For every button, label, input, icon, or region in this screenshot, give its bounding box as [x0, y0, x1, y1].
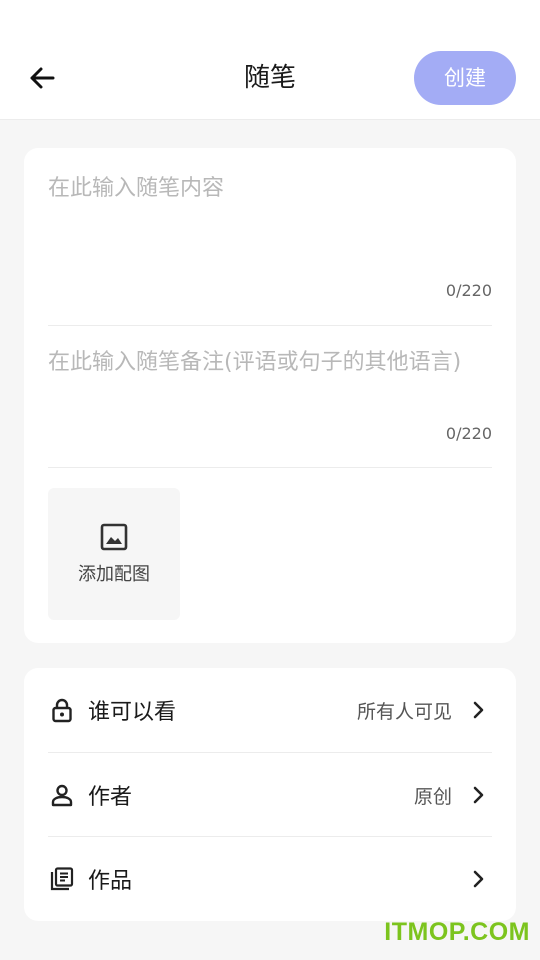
row-value: 所有人可见 [356, 700, 452, 723]
content-input[interactable]: 在此输入随笔内容 [48, 170, 492, 208]
content-counter: 0/220 [445, 281, 492, 300]
remark-counter: 0/220 [445, 424, 492, 443]
editor-card: 在此输入随笔内容 0/220 在此输入随笔备注(评语或句子的其他语言) 0/22… [24, 148, 516, 643]
row-author[interactable]: 作者 原创 [48, 753, 492, 837]
chevron-right-icon [464, 696, 492, 724]
settings-card: 谁可以看 所有人可见 作者 原创 作品 [24, 668, 516, 921]
create-button[interactable]: 创建 [414, 51, 516, 105]
row-label: 作品 [88, 869, 133, 894]
row-label: 作者 [88, 785, 133, 810]
row-label: 谁可以看 [88, 700, 177, 725]
row-work[interactable]: 作品 [48, 837, 492, 921]
divider [48, 467, 492, 468]
image-icon [100, 523, 128, 551]
top-bar: 随笔 创建 [0, 0, 540, 120]
chevron-right-icon [464, 781, 492, 809]
watermark: ITMOP.COM [384, 918, 530, 946]
remark-input[interactable]: 在此输入随笔备注(评语或句子的其他语言) [48, 345, 478, 381]
book-icon [48, 865, 76, 893]
row-value: 原创 [413, 785, 452, 808]
lock-icon [48, 696, 76, 724]
row-visibility[interactable]: 谁可以看 所有人可见 [48, 668, 492, 752]
divider [48, 325, 492, 326]
chevron-right-icon [464, 865, 492, 893]
add-image-label: 添加配图 [78, 564, 150, 585]
person-icon [48, 781, 76, 809]
add-image-button[interactable]: 添加配图 [48, 488, 180, 620]
